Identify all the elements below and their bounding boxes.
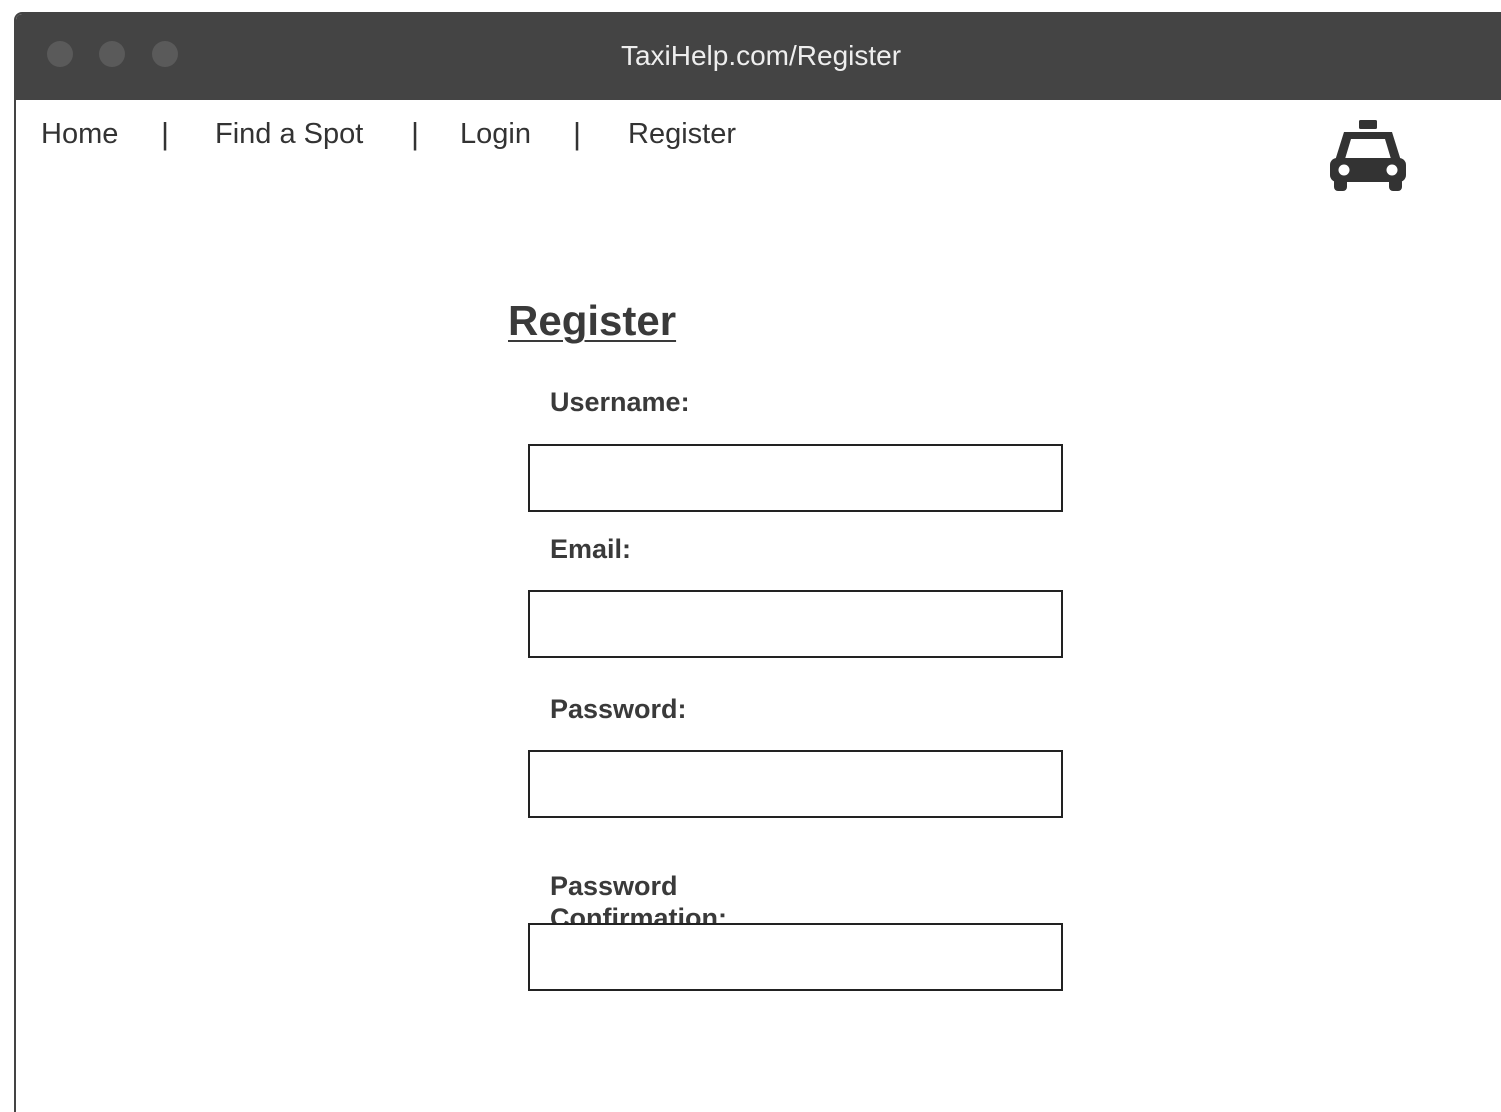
window-title: TaxiHelp.com/Register <box>620 40 902 71</box>
password-confirmation-input[interactable] <box>528 923 1063 991</box>
nav-login-link[interactable]: Login <box>460 114 531 154</box>
nav-separator: | <box>411 116 420 151</box>
email-input[interactable] <box>528 590 1063 658</box>
password-label: Password: <box>550 694 687 724</box>
title-bar: TaxiHelp.com/Register <box>16 14 1501 100</box>
nav-separator: | <box>573 116 582 151</box>
username-input[interactable] <box>528 444 1063 512</box>
nav-separator: | <box>161 116 170 151</box>
password-input[interactable] <box>528 750 1063 818</box>
email-label: Email: <box>550 534 632 564</box>
nav-home-link[interactable]: Home <box>41 114 118 154</box>
top-nav: Home | Find a Spot | Login | Register <box>16 114 1016 158</box>
nav-register-link[interactable]: Register <box>628 114 736 154</box>
username-label: Username: <box>550 387 690 417</box>
browser-window: TaxiHelp.com/Register Home | Find a Spot… <box>14 12 1501 1112</box>
taxi-icon <box>1330 120 1406 191</box>
nav-find-a-spot-link[interactable]: Find a Spot <box>215 114 363 154</box>
page-title: Register <box>508 297 677 344</box>
